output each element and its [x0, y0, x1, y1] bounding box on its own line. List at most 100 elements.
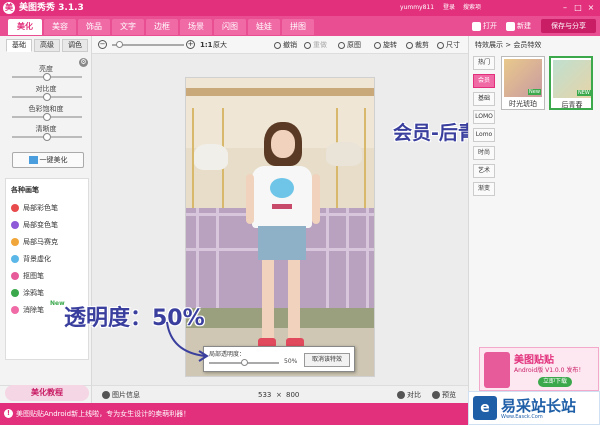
promo-download-button[interactable]: 立即下载 — [538, 377, 572, 387]
slider-thumb[interactable] — [43, 93, 51, 101]
category-basic[interactable]: 基础 — [473, 92, 495, 106]
cancel-effect-button[interactable]: 取消该特效 — [304, 353, 350, 367]
rotate-button[interactable]: 旋转 — [374, 39, 397, 51]
redo-label: 重做 — [313, 41, 327, 49]
slider-thumb[interactable] — [43, 73, 51, 81]
new-badge: New — [528, 89, 541, 95]
tab-color[interactable]: 调色 — [62, 39, 88, 52]
resize-icon — [437, 41, 444, 49]
crop-label: 裁剪 — [415, 41, 429, 49]
compare-button[interactable]: 对比 — [397, 389, 421, 401]
zoom-slider[interactable] — [112, 41, 184, 48]
slider-thumb[interactable] — [43, 113, 51, 121]
tab-text[interactable]: 文字 — [112, 19, 144, 35]
image-canvas[interactable] — [92, 54, 468, 385]
search-link[interactable]: 搜索项 — [463, 3, 481, 13]
app-logo-icon: 美 — [3, 2, 15, 14]
maximize-icon[interactable]: □ — [573, 3, 583, 13]
original-label: 原图 — [347, 41, 361, 49]
undo-button[interactable]: 撤销 — [274, 39, 297, 51]
brush-item-mosaic[interactable]: 局部马赛克 — [11, 237, 58, 247]
notice-icon: ! — [4, 409, 13, 418]
brush-item-blur[interactable]: 背景虚化 — [11, 254, 51, 264]
actual-size-ratio[interactable]: 1:1 — [200, 39, 213, 51]
slider-thumb[interactable] — [43, 133, 51, 141]
tutorial-button[interactable]: 美化教程 — [5, 385, 89, 401]
footer-message[interactable]: 美图贴贴Android新上线啦，专为女生设计的卖萌利器！ — [16, 408, 190, 420]
tab-scene[interactable]: 场景 — [180, 19, 212, 35]
image-info-label: 图片信息 — [112, 391, 140, 399]
username[interactable]: yummy811 — [400, 3, 434, 13]
effect-label: 时光琥珀 — [509, 100, 537, 108]
zoom-out-icon[interactable]: − — [98, 40, 107, 49]
contrast-slider[interactable] — [12, 93, 82, 101]
saturation-slider[interactable] — [12, 113, 82, 121]
opacity-slider[interactable] — [209, 359, 279, 366]
brush-item-color[interactable]: 局部彩色笔 — [11, 203, 58, 213]
original-image-button[interactable]: 原图 — [338, 39, 361, 51]
tab-advanced[interactable]: 高级 — [34, 39, 60, 52]
title-bar: 美 美图秀秀 3.1.3 yummy811 登录 搜索项 – □ × — [0, 0, 600, 16]
category-art[interactable]: 艺术 — [473, 164, 495, 178]
tab-collage[interactable]: 拼图 — [282, 19, 314, 35]
category-gradient[interactable]: 渐变 — [473, 182, 495, 196]
compare-label: 对比 — [407, 391, 421, 399]
category-member[interactable]: 会员 — [473, 74, 495, 88]
zoom-in-icon[interactable]: + — [186, 40, 195, 49]
brush-item-recolor[interactable]: 局部变色笔 — [11, 220, 58, 230]
tab-accessories[interactable]: 饰品 — [78, 19, 110, 35]
tab-flash[interactable]: 闪图 — [214, 19, 246, 35]
brush-item-doodle[interactable]: 涂鸦笔 — [11, 288, 44, 298]
redo-icon — [304, 41, 311, 49]
minimize-icon[interactable]: – — [560, 3, 570, 13]
plus-icon — [506, 21, 515, 31]
tab-face[interactable]: 美容 — [44, 19, 76, 35]
watermark-logo-icon: e — [473, 396, 497, 420]
original-icon — [338, 41, 345, 49]
one-click-beautify-button[interactable]: 一键美化 — [12, 152, 84, 168]
sharpness-slider[interactable] — [12, 133, 82, 141]
open-button[interactable]: 打开 — [472, 20, 497, 32]
save-share-button[interactable]: 保存与分享 — [541, 19, 596, 33]
category-fashion[interactable]: 时尚 — [473, 146, 495, 160]
new-badge: New — [50, 300, 65, 307]
site-watermark: e 易采站长站 Www.Easck.Com — [468, 391, 600, 425]
brush-list: 各种画笔 局部彩色笔 局部变色笔 局部马赛克 背景虚化 抠图笔 涂鸦笔 消除笔 … — [5, 178, 89, 360]
crop-icon — [406, 41, 413, 49]
effects-panel: 特效展示 > 会员特效 热门 会员 基础 LOMO Lomo 时尚 艺术 渐变 … — [468, 36, 600, 403]
brush-label: 涂鸦笔 — [23, 289, 44, 297]
brightness-slider[interactable] — [12, 73, 82, 81]
one-click-label: 一键美化 — [39, 156, 68, 164]
tab-doll[interactable]: 娃娃 — [248, 19, 280, 35]
tab-basic[interactable]: 基础 — [6, 39, 32, 52]
preview-button[interactable]: 预览 — [432, 389, 456, 401]
promo-phone-icon — [484, 352, 510, 388]
close-icon[interactable]: × — [586, 3, 596, 13]
zoom-slider-thumb[interactable] — [115, 41, 123, 48]
image-info-button[interactable]: 图片信息 — [102, 389, 140, 401]
new-button[interactable]: 新建 — [506, 20, 531, 32]
tab-frame[interactable]: 边框 — [146, 19, 178, 35]
promo-title: 美图贴贴 — [514, 355, 554, 366]
crop-button[interactable]: 裁剪 — [406, 39, 429, 51]
tab-beautify[interactable]: 美化 — [8, 19, 42, 35]
rainbow-brush-icon — [11, 204, 19, 212]
category-hot[interactable]: 热门 — [473, 56, 495, 70]
effect-thumb-amber[interactable]: New 时光琥珀 — [501, 56, 545, 110]
brush-item-eraser[interactable]: 消除笔 — [11, 305, 44, 315]
original-size-button[interactable]: 原大 — [213, 39, 227, 51]
category-lomo[interactable]: LOMO — [473, 110, 495, 124]
opacity-slider-thumb[interactable] — [241, 359, 248, 366]
blur-icon — [11, 255, 19, 263]
promo-banner[interactable]: 美图贴贴 Android版 V1.0.0 发布！ 立即下载 — [479, 347, 599, 391]
category-lomo-2[interactable]: Lomo — [473, 128, 495, 142]
brush-item-cutout[interactable]: 抠图笔 — [11, 271, 44, 281]
compare-icon — [397, 391, 405, 399]
resize-button[interactable]: 尺寸 — [437, 39, 460, 51]
app-title: 美图秀秀 3.1.3 — [19, 3, 84, 13]
promo-subtitle: Android版 V1.0.0 发布！ — [514, 367, 585, 374]
effect-thumb-youth[interactable]: NEW 后青春 — [549, 56, 593, 110]
login-link[interactable]: 登录 — [443, 3, 455, 13]
brush-label: 消除笔 — [23, 306, 44, 314]
redo-button[interactable]: 重做 — [304, 39, 327, 51]
